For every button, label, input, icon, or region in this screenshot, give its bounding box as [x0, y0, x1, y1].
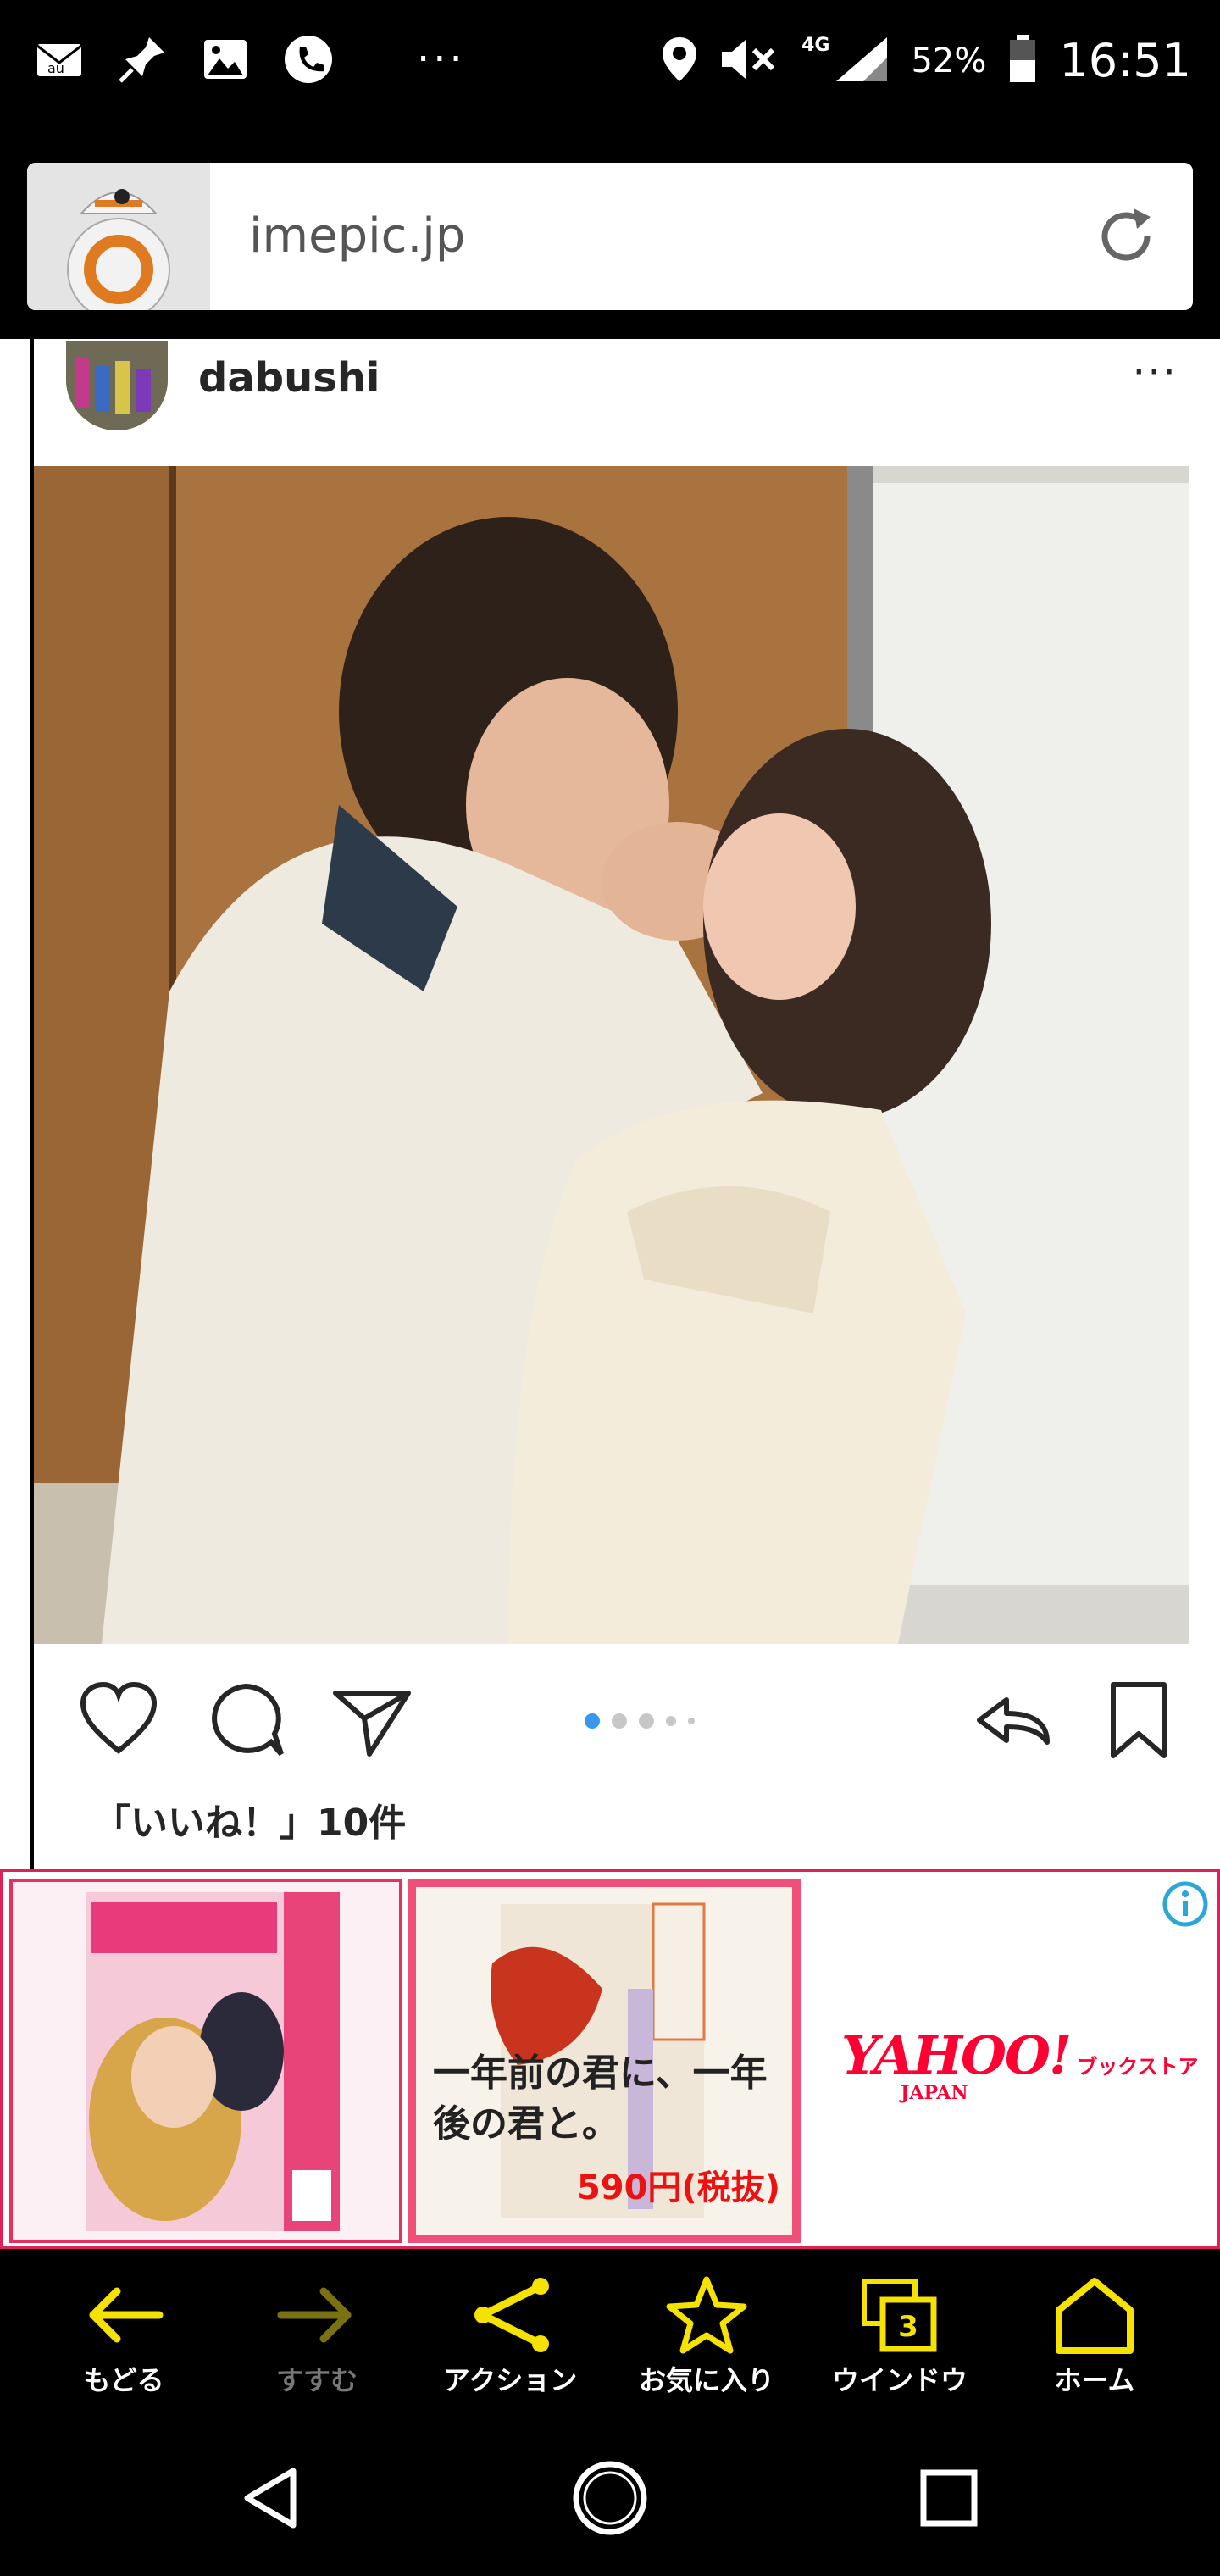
system-nav-bar	[0, 2417, 1220, 2576]
share-icon	[474, 2278, 549, 2352]
window-count: 3	[898, 2310, 918, 2344]
post-username[interactable]: dabushi	[198, 354, 380, 402]
nav-home-icon[interactable]	[569, 2457, 651, 2539]
likes-count: 「いいね！」10件	[93, 1802, 407, 1845]
favorites-button[interactable]: お気に入り	[622, 2274, 791, 2398]
clock: 16:51	[1059, 34, 1191, 87]
windows-button[interactable]: 3 ウインドウ	[815, 2274, 984, 2398]
pin-app-icon	[117, 34, 168, 85]
address-bar[interactable]: imepic.jp	[27, 163, 1193, 310]
web-content: dabushi ··· 「いいね！」10件	[0, 339, 1220, 1871]
carousel-dot	[612, 1713, 627, 1729]
action-label: アクション	[442, 2364, 578, 2396]
battery-percent: 52%	[911, 41, 987, 80]
ad-banner[interactable]: 一年前の君に、一年後の君と。 590円(税抜) YAHOO! ブックストア JA…	[0, 1869, 1220, 2249]
nav-recents-icon[interactable]	[915, 2464, 983, 2532]
nav-back-icon[interactable]	[237, 2464, 305, 2532]
forward-label: すすむ	[275, 2364, 358, 2396]
location-icon	[661, 36, 698, 86]
au-mail-icon: au	[34, 34, 85, 85]
more-notifications: ···	[417, 36, 466, 83]
url-text[interactable]: imepic.jp	[249, 163, 465, 310]
action-button[interactable]: アクション	[425, 2274, 595, 2398]
reload-icon[interactable]	[1095, 205, 1157, 268]
yahoo-bookstore-logo[interactable]: YAHOO! ブックストア	[841, 2024, 1199, 2086]
yahoo-logo-text: YAHOO!	[841, 2024, 1072, 2086]
forward-arrow-icon	[277, 2287, 352, 2343]
share-send-icon[interactable]	[330, 1678, 415, 1763]
bookmark-icon[interactable]	[1096, 1678, 1181, 1763]
home-button[interactable]: ホーム	[1010, 2274, 1179, 2398]
avatar[interactable]	[66, 341, 168, 430]
ad-info-icon[interactable]	[1162, 1880, 1209, 1928]
carousel-dot	[639, 1713, 654, 1729]
signal-icon	[835, 36, 889, 86]
ad-book-price: 590円(税抜)	[576, 2168, 780, 2207]
post-header: dabushi ···	[34, 339, 1220, 466]
comment-icon[interactable]	[203, 1678, 288, 1763]
battery-icon	[1008, 34, 1037, 87]
reply-arrow-icon[interactable]	[969, 1678, 1054, 1763]
bookstore-label: ブックストア	[1077, 2055, 1199, 2079]
carousel-dot	[585, 1713, 600, 1729]
site-favicon	[27, 163, 210, 310]
windows-icon: 3	[862, 2279, 937, 2352]
svg-text:au: au	[47, 60, 64, 76]
phone-icon	[283, 34, 334, 85]
status-bar: au ··· 4G 52% 16:51	[0, 0, 1220, 136]
yahoo-japan-label: JAPAN	[901, 2082, 968, 2104]
back-arrow-icon	[89, 2287, 164, 2343]
back-button[interactable]: もどる	[39, 2274, 208, 2398]
home-icon	[1056, 2278, 1134, 2354]
post-actions	[34, 1678, 1190, 1771]
favorites-label: お気に入り	[638, 2364, 774, 2396]
mute-icon	[720, 38, 779, 84]
home-label: ホーム	[1054, 2364, 1135, 2396]
carousel-dot	[666, 1716, 676, 1726]
more-options-icon[interactable]: ···	[1132, 347, 1178, 397]
back-label: もどる	[83, 2364, 164, 2396]
post-photo[interactable]	[34, 466, 1190, 1644]
image-icon	[200, 34, 251, 85]
network-type: 4G	[801, 35, 830, 56]
browser-toolbar: もどる すすむ アクション お気に入り 3 ウインドウ ホーム	[0, 2249, 1220, 2417]
windows-label: ウインドウ	[831, 2364, 968, 2396]
like-heart-icon[interactable]	[76, 1678, 161, 1763]
forward-button[interactable]: すすむ	[232, 2274, 402, 2398]
carousel-indicator	[585, 1713, 695, 1729]
carousel-dot	[688, 1718, 695, 1724]
ad-item-manga-cover[interactable]	[9, 1879, 402, 2243]
ad-book-title[interactable]: 一年前の君に、一年後の君と。	[433, 2048, 789, 2150]
ad-item-book[interactable]: 一年前の君に、一年後の君と。 590円(税抜)	[408, 1879, 801, 2243]
star-icon	[666, 2276, 747, 2354]
